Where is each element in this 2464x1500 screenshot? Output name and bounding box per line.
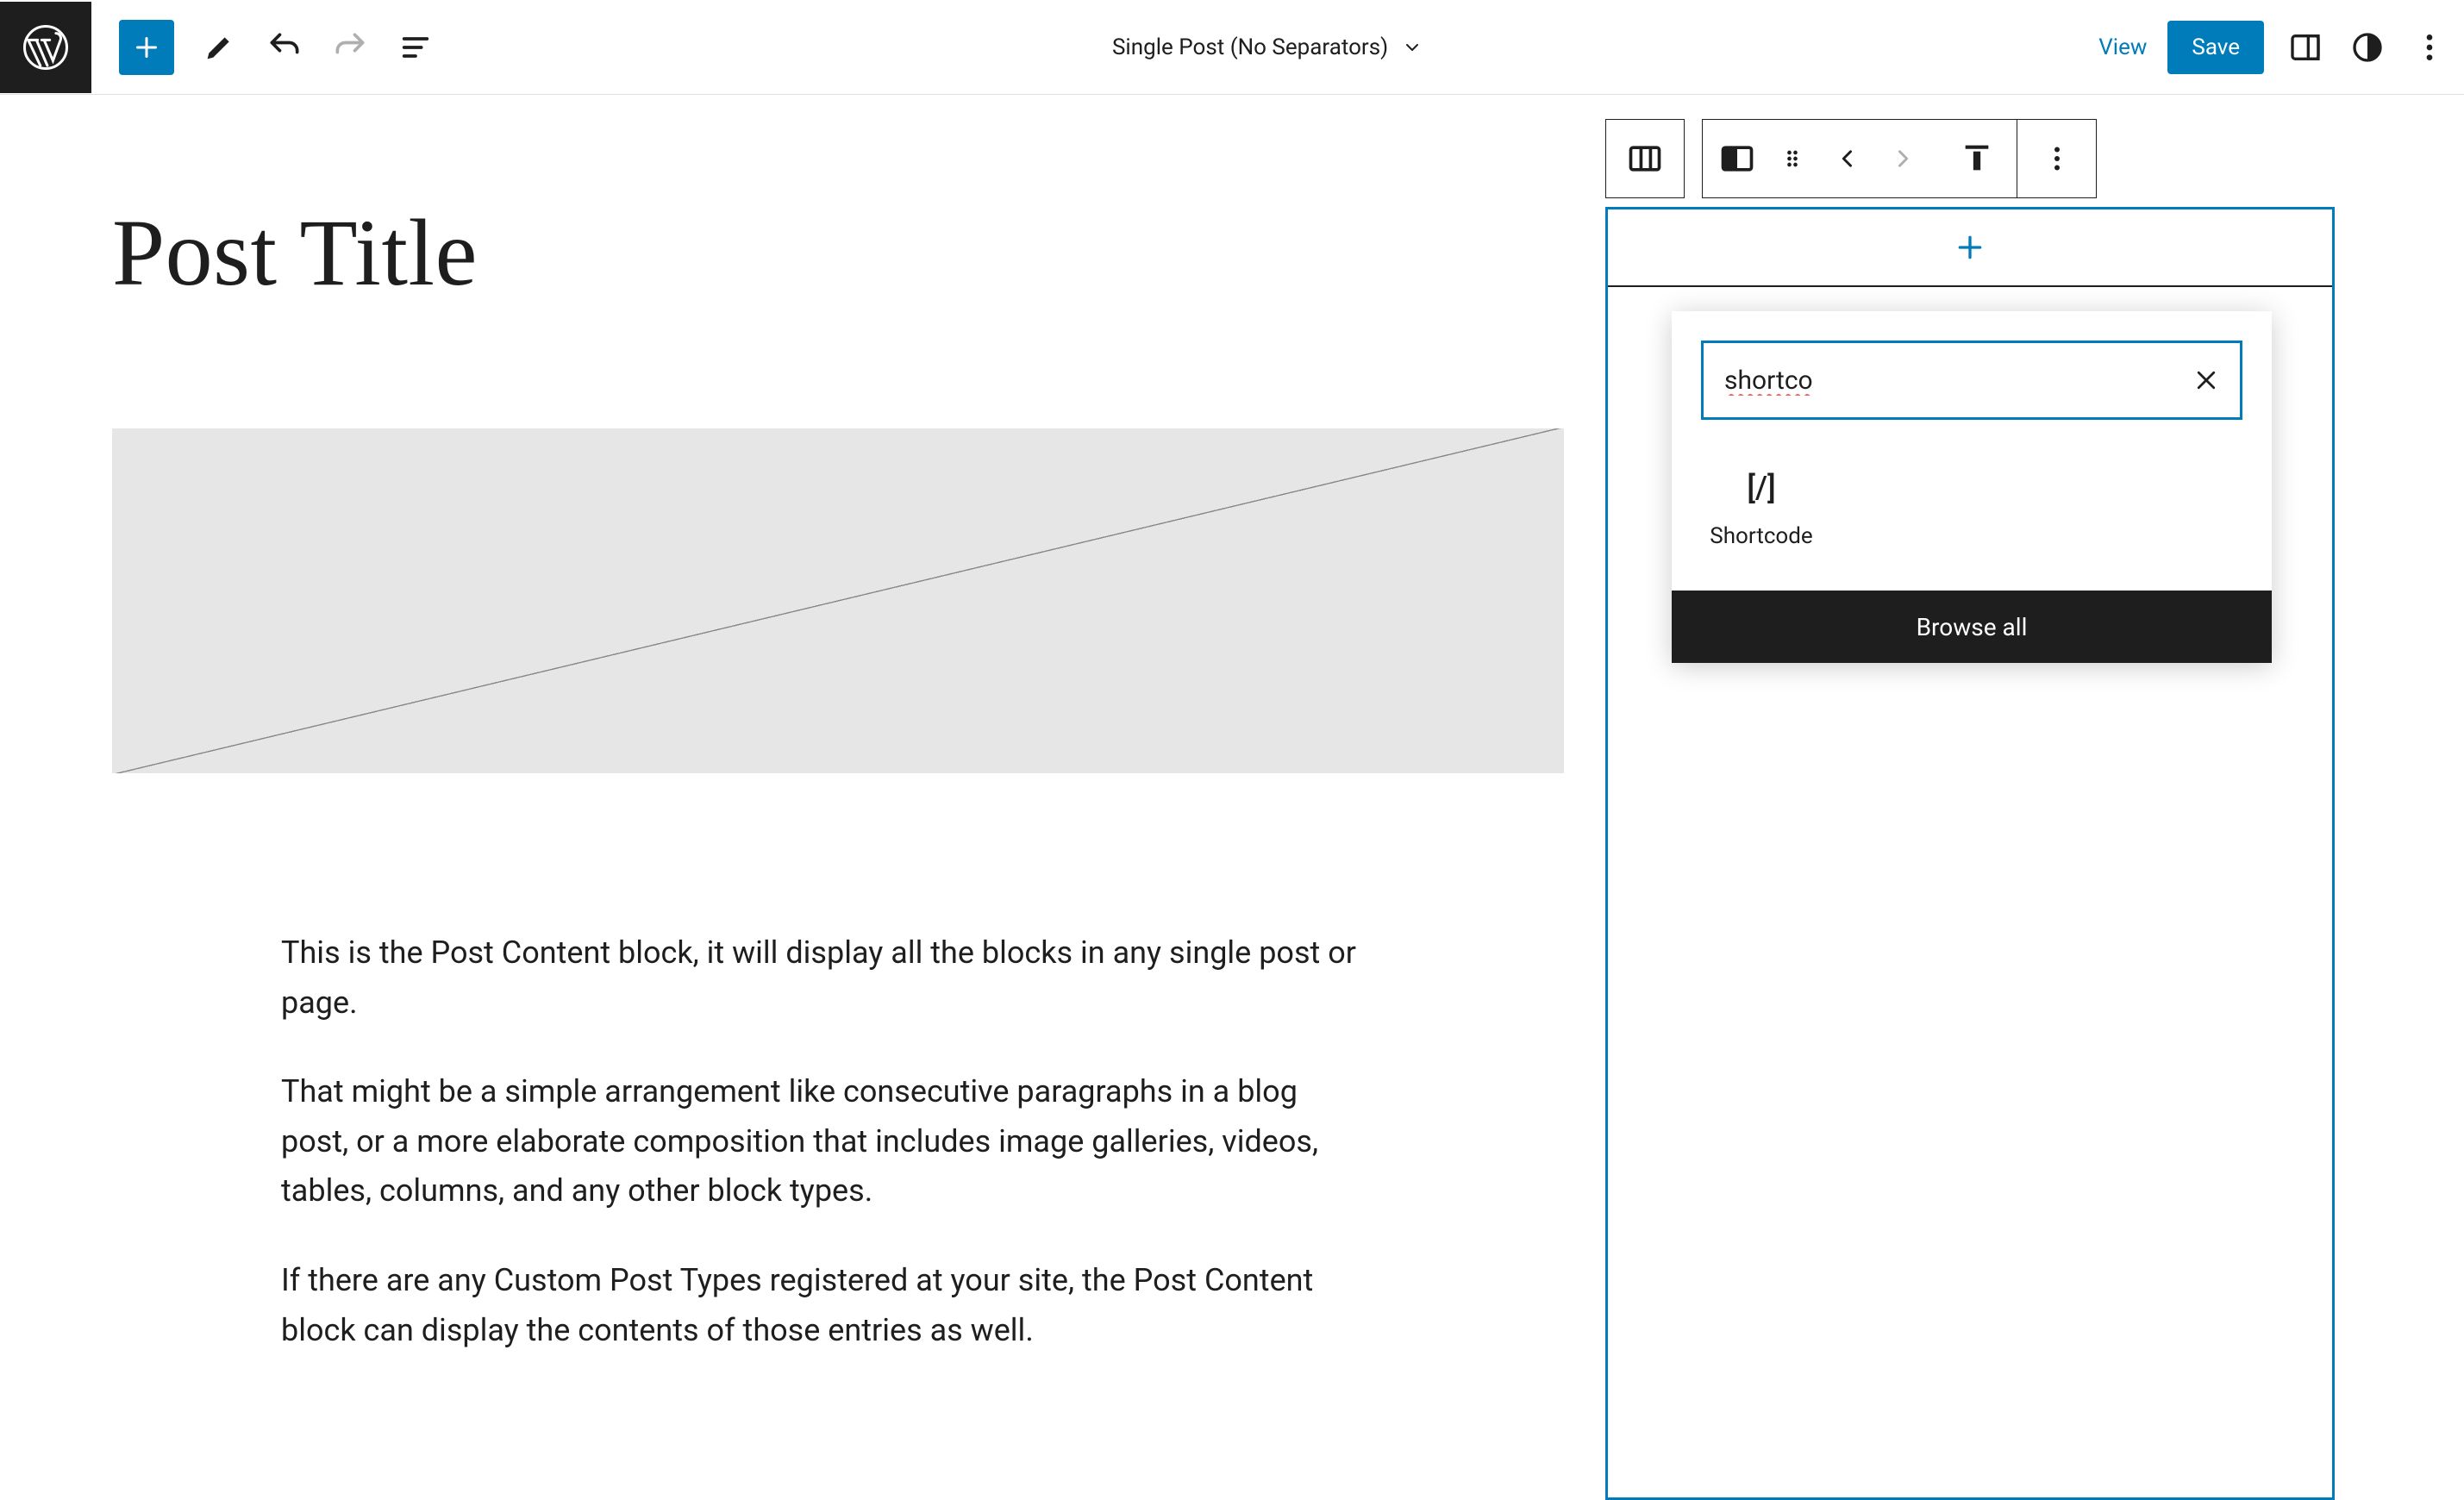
view-button[interactable]: View (2098, 34, 2147, 60)
more-vertical-icon (2412, 30, 2447, 65)
save-button[interactable]: Save (2167, 21, 2264, 74)
undo-icon (266, 28, 303, 66)
redo-icon (331, 28, 369, 66)
selected-column-block[interactable]: [/] Shortcode Browse all (1605, 207, 2335, 1500)
styles-half-circle-icon (2350, 30, 2385, 65)
align-top-icon (1960, 141, 1994, 176)
settings-sidebar-toggle[interactable] (2285, 27, 2326, 68)
block-appender-button[interactable] (1608, 209, 2332, 287)
post-paragraph[interactable]: If there are any Custom Post Types regis… (281, 1256, 1362, 1355)
post-content-block: This is the Post Content block, it will … (112, 928, 1362, 1355)
post-title-block[interactable]: Post Title (112, 198, 1678, 308)
editor-top-bar: Single Post (No Separators) View Save (0, 0, 2464, 95)
tools-edit-button[interactable] (198, 27, 240, 68)
column-block-type-button[interactable] (1718, 140, 1756, 178)
inserter-search-field[interactable] (1701, 341, 2242, 420)
drag-handle-icon (1780, 147, 1804, 171)
block-inserter-popover: [/] Shortcode Browse all (1672, 311, 2272, 663)
pencil-icon (202, 30, 236, 65)
block-toolbar (1605, 119, 2338, 198)
post-content-column: Post Title This is the Post Content bloc… (112, 95, 1678, 1355)
plus-icon (131, 32, 162, 63)
right-column-area: [/] Shortcode Browse all (1605, 119, 2338, 1500)
list-view-icon (398, 30, 433, 65)
block-more-options-button[interactable] (2017, 120, 2096, 197)
top-right-tools: View Save (2098, 21, 2450, 74)
block-toolbar-main-group (1702, 119, 2097, 198)
wordpress-logo-icon (22, 23, 70, 72)
plus-icon (1953, 230, 1987, 265)
chevron-right-icon (1891, 147, 1915, 171)
options-more-button[interactable] (2409, 27, 2450, 68)
wordpress-home-button[interactable] (0, 2, 91, 93)
move-right-button[interactable] (1884, 140, 1922, 178)
drag-handle[interactable] (1773, 140, 1811, 178)
top-left-tools (119, 20, 436, 75)
post-paragraph[interactable]: That might be a simple arrangement like … (281, 1067, 1362, 1216)
template-title-text: Single Post (No Separators) (1112, 34, 1388, 60)
document-overview-button[interactable] (395, 27, 436, 68)
inserter-search-wrap (1672, 311, 2272, 435)
inserter-results: [/] Shortcode (1672, 435, 2272, 591)
featured-image-placeholder[interactable] (112, 428, 1564, 773)
clear-search-button[interactable] (2193, 367, 2219, 393)
undo-button[interactable] (264, 27, 305, 68)
template-title-area[interactable]: Single Post (No Separators) (436, 34, 2098, 60)
more-vertical-icon (2042, 143, 2073, 174)
browse-all-button[interactable]: Browse all (1672, 591, 2272, 663)
inserter-search-input[interactable] (1724, 366, 2183, 396)
chevron-left-icon (1835, 147, 1860, 171)
move-left-button[interactable] (1829, 140, 1867, 178)
inserter-result-label: Shortcode (1710, 523, 1812, 549)
post-paragraph[interactable]: This is the Post Content block, it will … (281, 928, 1362, 1028)
block-type-controls (1703, 120, 1937, 197)
close-icon (2193, 367, 2219, 393)
styles-button[interactable] (2347, 27, 2388, 68)
redo-button[interactable] (329, 27, 371, 68)
vertical-align-button[interactable] (1937, 120, 2017, 197)
chevron-down-icon (1402, 37, 1423, 58)
column-layout-icon (1718, 140, 1756, 178)
inserter-result-shortcode[interactable]: [/] Shortcode (1701, 453, 1822, 558)
add-block-button[interactable] (119, 20, 174, 75)
parent-columns-button[interactable] (1605, 119, 1685, 198)
editor-canvas: Post Title This is the Post Content bloc… (0, 95, 2464, 1355)
columns-icon (1626, 140, 1664, 178)
sidebar-toggle-icon (2288, 30, 2323, 65)
shortcode-icon: [/] (1747, 470, 1776, 506)
